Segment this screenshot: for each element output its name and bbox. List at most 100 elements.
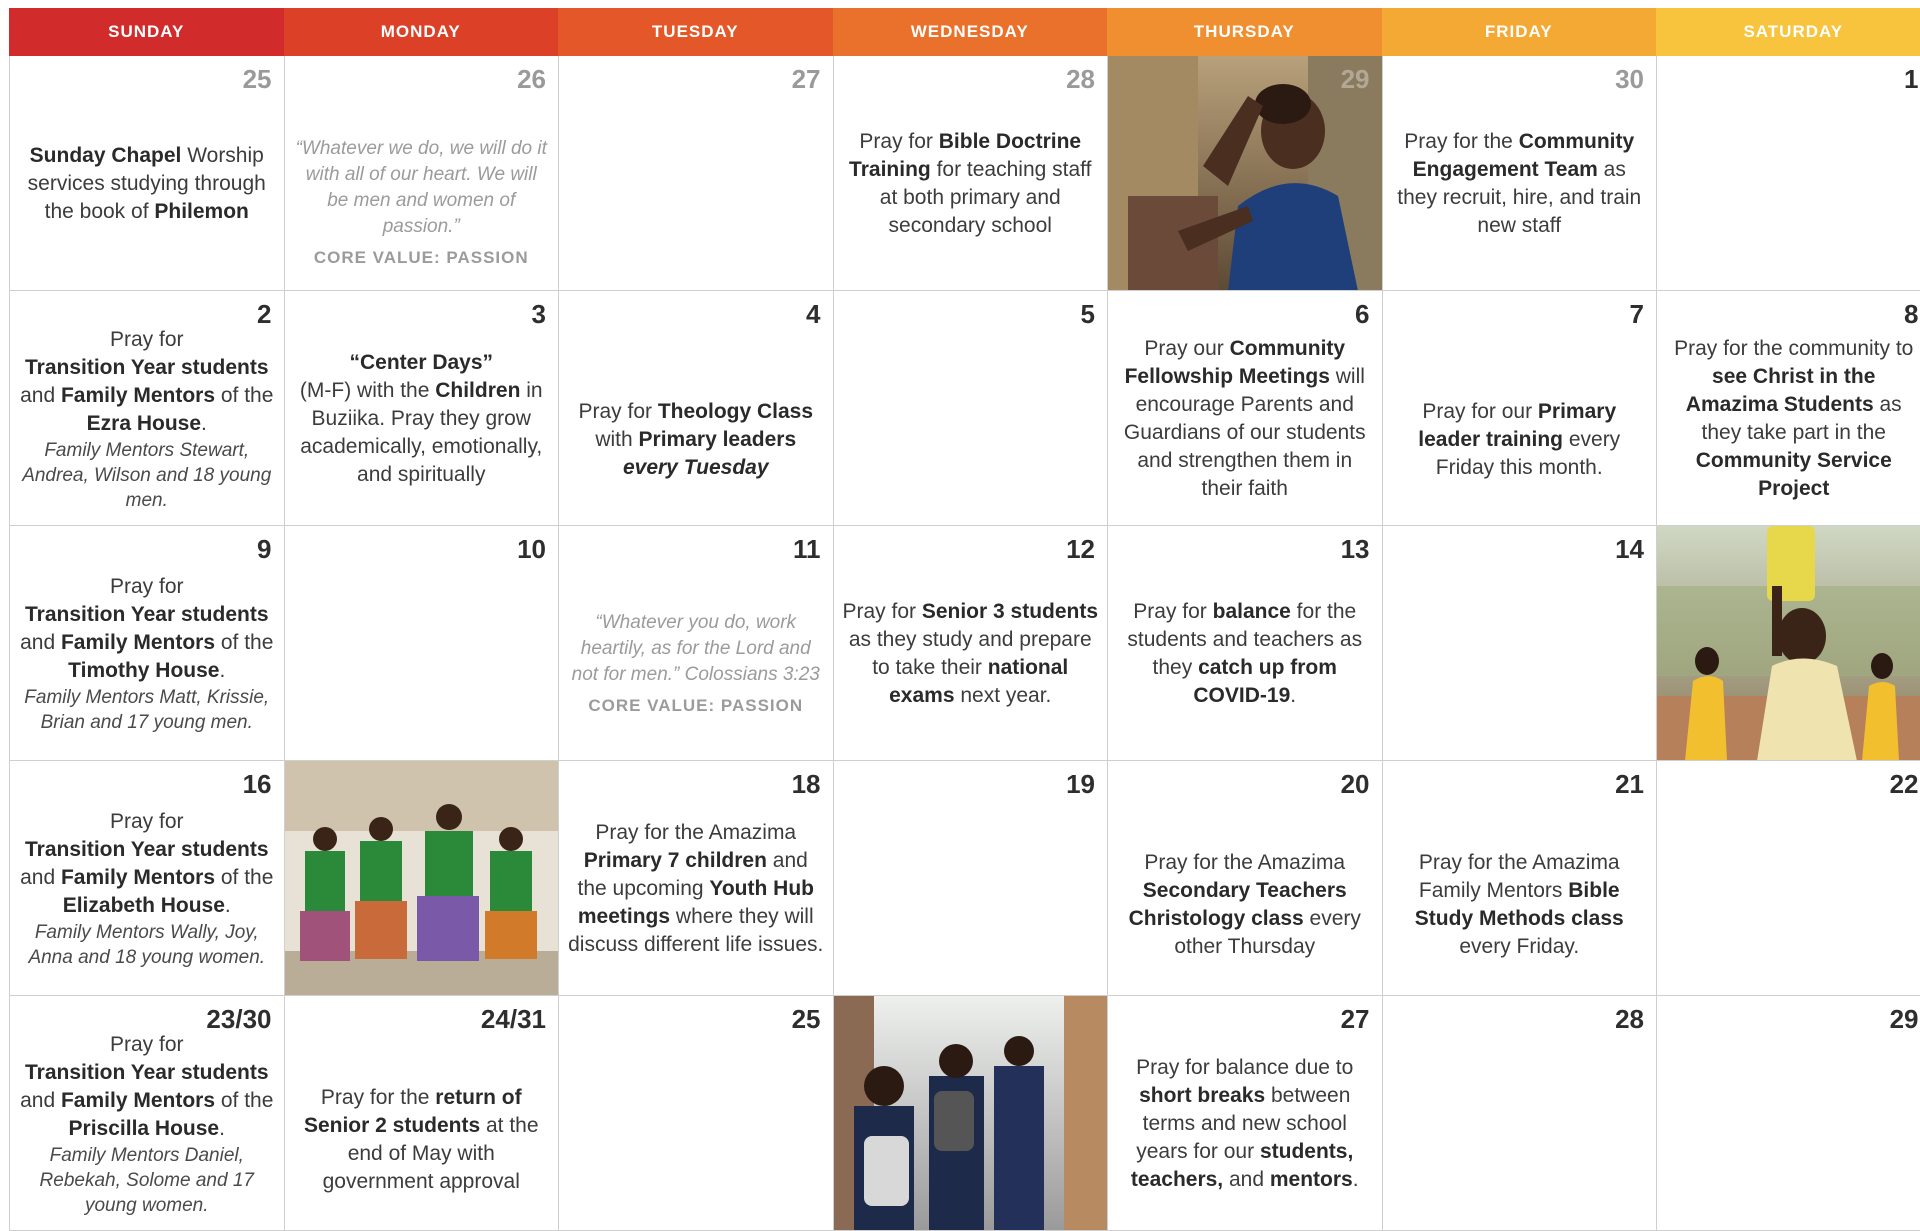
event-text: Pray for the community to bbox=[1674, 337, 1914, 360]
core-value-label: CORE VALUE: PASSION bbox=[313, 248, 529, 267]
day-number: 14 bbox=[1615, 534, 1644, 564]
day-cell-6[interactable]: 6 Pray our Community Fellowship Meetings… bbox=[1108, 291, 1383, 526]
event-text: . bbox=[219, 1116, 225, 1140]
day-cell-25[interactable]: 25 bbox=[559, 996, 834, 1231]
day-cell-5[interactable]: 5 bbox=[833, 291, 1108, 526]
day-text: Pray for Theology Class with Primary lea… bbox=[567, 361, 825, 519]
day-cell-2[interactable]: 2 Pray for Transition Year students and … bbox=[10, 291, 285, 526]
day-text: Pray for Senior 3 students as they study… bbox=[842, 554, 1100, 754]
header-sunday: SUNDAY bbox=[9, 8, 284, 56]
day-cell-12[interactable]: 12 Pray for Senior 3 students as they st… bbox=[833, 526, 1108, 761]
day-cell-19[interactable]: 19 bbox=[833, 761, 1108, 996]
event-bold: Transition Year students bbox=[24, 603, 269, 626]
event-text: and bbox=[20, 1088, 61, 1112]
day-cell-4[interactable]: 4 Pray for Theology Class with Primary l… bbox=[559, 291, 834, 526]
day-cell-22[interactable]: 22 bbox=[1657, 761, 1920, 996]
day-cell-23-30[interactable]: 23/30 Pray for Transition Year students … bbox=[10, 996, 285, 1231]
day-cell-26-prev[interactable]: 26 “Whatever we do, we will do it with a… bbox=[284, 56, 559, 291]
family-mentors-note: Family Mentors Stewart, Andrea, Wilson a… bbox=[22, 439, 272, 511]
day-text: Pray our Community Fellowship Meetings w… bbox=[1116, 319, 1374, 519]
day-number: 27 bbox=[791, 64, 821, 94]
event-bold: see Christ in the Amazima Students bbox=[1685, 365, 1876, 416]
event-text: Pray our bbox=[1144, 337, 1230, 360]
event-bold-italic: every Tuesday bbox=[622, 456, 769, 479]
day-cell-14[interactable]: 14 bbox=[1382, 526, 1657, 761]
event-text: of the bbox=[215, 866, 274, 889]
weekday-header-row: SUNDAY MONDAY TUESDAY WEDNESDAY THURSDAY… bbox=[9, 8, 1920, 56]
day-cell-9[interactable]: 9 Pray for Transition Year students and … bbox=[10, 526, 285, 761]
day-number: 24/31 bbox=[480, 1004, 546, 1034]
event-bold: Children bbox=[435, 379, 521, 402]
event-text: of the bbox=[215, 1088, 274, 1112]
event-text: . bbox=[201, 411, 207, 435]
day-cell-25-prev[interactable]: 25 Sunday Chapel Worship services studyi… bbox=[10, 56, 285, 291]
event-bold: Ezra House bbox=[86, 411, 202, 435]
day-cell-11[interactable]: 11 “Whatever you do, work heartily, as f… bbox=[559, 526, 834, 761]
header-wednesday: WEDNESDAY bbox=[832, 8, 1107, 56]
event-text: Pray for bbox=[842, 600, 922, 623]
day-number: 22 bbox=[1889, 769, 1919, 799]
day-text: Pray for balance due to short breaks bet… bbox=[1116, 1024, 1374, 1224]
day-cell-20[interactable]: 20 Pray for the Amazima Secondary Teache… bbox=[1108, 761, 1383, 996]
day-number: 5 bbox=[1080, 299, 1095, 329]
day-number: 25 bbox=[791, 1004, 821, 1034]
event-text: Pray for the bbox=[320, 1086, 436, 1109]
event-text: and bbox=[20, 383, 61, 407]
event-text: Pray for bbox=[109, 575, 184, 598]
event-bold: mentors bbox=[1269, 1168, 1353, 1191]
day-cell-3[interactable]: 3 “Center Days” (M-F) with the Children … bbox=[284, 291, 559, 526]
day-cell-21[interactable]: 21 Pray for the Amazima Family Mentors B… bbox=[1382, 761, 1657, 996]
student-celebrating-photo: 29 bbox=[1108, 56, 1382, 290]
students-walking-photo bbox=[833, 996, 1108, 1230]
prayer-calendar: SUNDAY MONDAY TUESDAY WEDNESDAY THURSDAY… bbox=[9, 8, 1920, 1231]
day-number: 20 bbox=[1340, 769, 1370, 799]
event-text: . bbox=[1290, 684, 1297, 707]
core-value-quote: “Whatever we do, we will do it with all … bbox=[295, 136, 549, 268]
day-cell-27-prev[interactable]: 27 bbox=[559, 56, 834, 291]
day-cell-26-photo[interactable] bbox=[833, 996, 1108, 1231]
event-text: and bbox=[20, 866, 61, 889]
event-text: Pray for the Amazima bbox=[1144, 851, 1346, 874]
core-value-quote: “Whatever you do, work heartily, as for … bbox=[569, 610, 823, 716]
day-cell-27[interactable]: 27 Pray for balance due to short breaks … bbox=[1108, 996, 1383, 1231]
day-text: Pray for the return of Senior 2 students… bbox=[293, 1056, 551, 1224]
event-bold: Family Mentors bbox=[60, 1088, 216, 1112]
day-number: 4 bbox=[806, 299, 821, 329]
header-monday: MONDAY bbox=[283, 8, 558, 56]
day-cell-8[interactable]: 8 Pray for the community to see Christ i… bbox=[1657, 291, 1920, 526]
day-cell-28[interactable]: 28 bbox=[1382, 996, 1657, 1231]
day-text: Pray for the community to see Christ in … bbox=[1665, 319, 1920, 519]
day-cell-13[interactable]: 13 Pray for balance for the students and… bbox=[1108, 526, 1383, 761]
day-cell-1[interactable]: 1 bbox=[1657, 56, 1920, 291]
day-cell-7[interactable]: 7 Pray for our Primary leader training e… bbox=[1382, 291, 1657, 526]
day-number: 29 bbox=[1889, 1004, 1919, 1034]
day-number: 10 bbox=[517, 534, 546, 564]
day-cell-28-prev[interactable]: 28 Pray for Bible Doctrine Training for … bbox=[833, 56, 1108, 291]
event-bold: Philemon bbox=[154, 200, 249, 223]
day-cell-16[interactable]: 16 Pray for Transition Year students and… bbox=[10, 761, 285, 996]
day-cell-24-31[interactable]: 24/31 Pray for the return of Senior 2 st… bbox=[284, 996, 559, 1231]
event-text: Pray for the bbox=[1404, 130, 1519, 153]
event-text: every Friday. bbox=[1459, 935, 1580, 958]
event-bold: Family Mentors bbox=[60, 383, 216, 407]
day-cell-30-prev[interactable]: 30 Pray for the Community Engagement Tea… bbox=[1382, 56, 1657, 291]
event-text: Pray for the Amazima bbox=[595, 821, 797, 844]
event-text: next year. bbox=[954, 684, 1052, 707]
day-cell-18[interactable]: 18 Pray for the Amazima Primary 7 childr… bbox=[559, 761, 834, 996]
quote-text: “Whatever you do, work heartily, as for … bbox=[571, 612, 820, 685]
event-bold: Community Service Project bbox=[1695, 449, 1892, 500]
day-number: 21 bbox=[1615, 769, 1644, 799]
day-cell-15-photo[interactable] bbox=[1657, 526, 1920, 761]
event-bold: short breaks bbox=[1139, 1084, 1266, 1107]
event-bold: Theology Class bbox=[657, 400, 814, 423]
event-text: Pray for bbox=[109, 1032, 184, 1056]
event-bold: Sunday Chapel bbox=[29, 144, 182, 167]
day-text: Pray for our Primary leader training eve… bbox=[1391, 361, 1649, 519]
day-cell-29-prev-photo[interactable]: 29 bbox=[1108, 56, 1383, 291]
day-cell-17-photo[interactable] bbox=[284, 761, 559, 996]
event-text: . bbox=[1352, 1168, 1359, 1191]
day-cell-29[interactable]: 29 bbox=[1657, 996, 1920, 1231]
quote-text: “Whatever we do, we will do it with all … bbox=[295, 138, 547, 237]
day-cell-10[interactable]: 10 bbox=[284, 526, 559, 761]
day-number: 1 bbox=[1904, 64, 1919, 94]
